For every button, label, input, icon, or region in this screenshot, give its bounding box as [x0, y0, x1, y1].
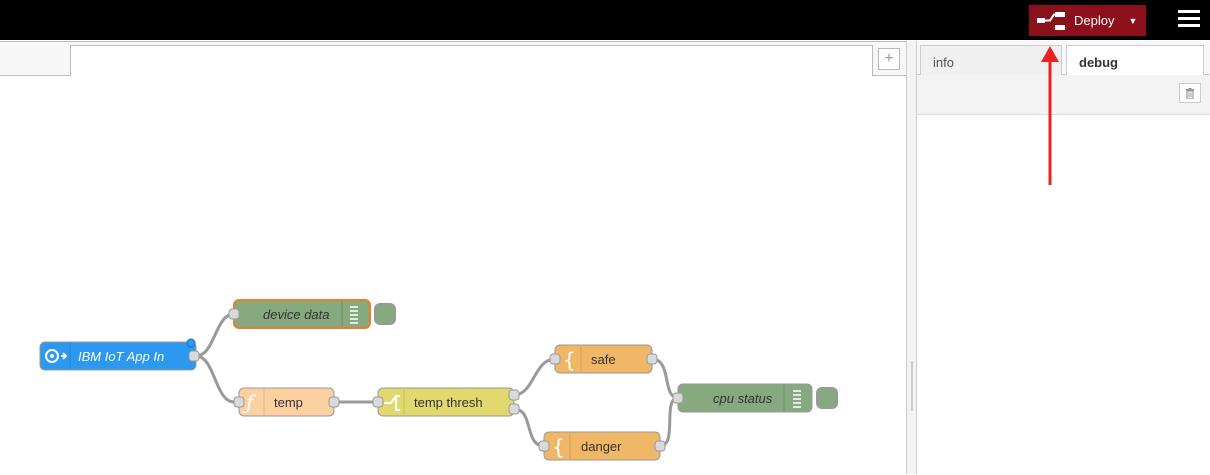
output-port-2[interactable] [508, 403, 520, 415]
output-port[interactable] [654, 440, 666, 452]
hamburger-menu-icon[interactable] [1178, 10, 1200, 30]
header-bar: Deploy ▼ [0, 0, 1210, 40]
node-label: IBM IoT App In [78, 349, 164, 364]
input-port[interactable] [538, 440, 550, 452]
tab-debug[interactable]: debug [1066, 45, 1204, 76]
node-label: cpu status [713, 391, 773, 406]
node-label: safe [591, 352, 616, 367]
input-port[interactable] [672, 392, 684, 404]
node-label: temp [274, 395, 303, 410]
wires [195, 312, 679, 448]
flow-canvas[interactable]: IBM IoT App In device data ƒ temp temp t… [0, 76, 906, 475]
node-label: danger [581, 439, 622, 454]
input-port[interactable] [228, 308, 240, 320]
node-label: temp thresh [414, 395, 483, 410]
input-port[interactable] [372, 396, 384, 408]
splitter-grip[interactable] [911, 361, 913, 411]
output-port[interactable] [328, 396, 340, 408]
template-icon: { [563, 348, 576, 372]
node-device-data[interactable]: device data [228, 299, 396, 329]
flow-tab[interactable] [70, 45, 873, 76]
node-temp[interactable]: ƒ temp [233, 387, 340, 417]
output-port-1[interactable] [508, 389, 520, 401]
annotation-arrow [1041, 46, 1059, 185]
status-dot [186, 338, 196, 348]
debug-toggle-button[interactable] [374, 303, 396, 325]
deploy-label: Deploy [1074, 13, 1115, 28]
debug-toggle-button[interactable] [816, 387, 838, 409]
node-temp-thresh[interactable]: temp thresh [372, 387, 520, 417]
sidebar-splitter[interactable] [907, 41, 917, 474]
node-ibm-iot-app-in[interactable]: IBM IoT App In [39, 338, 200, 371]
workspace-tab-strip: + [0, 42, 906, 76]
clear-debug-button[interactable] [1179, 83, 1201, 103]
node-danger[interactable]: { danger [538, 431, 666, 461]
node-safe[interactable]: { safe [549, 344, 658, 374]
trash-icon [1186, 87, 1194, 99]
output-port[interactable] [646, 353, 658, 365]
node-cpu-status[interactable]: cpu status [672, 383, 838, 413]
add-tab-button[interactable]: + [878, 48, 900, 70]
deploy-icon [1037, 11, 1065, 30]
deploy-button[interactable]: Deploy ▼ [1029, 5, 1146, 36]
input-port[interactable] [549, 353, 561, 365]
node-label: device data [263, 307, 330, 322]
workspace: + IBM IoT App In device data ƒ temp temp… [0, 41, 907, 474]
input-port[interactable] [233, 396, 245, 408]
output-port[interactable] [188, 350, 200, 362]
template-icon: { [552, 435, 565, 459]
caret-down-icon[interactable]: ▼ [1128, 16, 1137, 26]
